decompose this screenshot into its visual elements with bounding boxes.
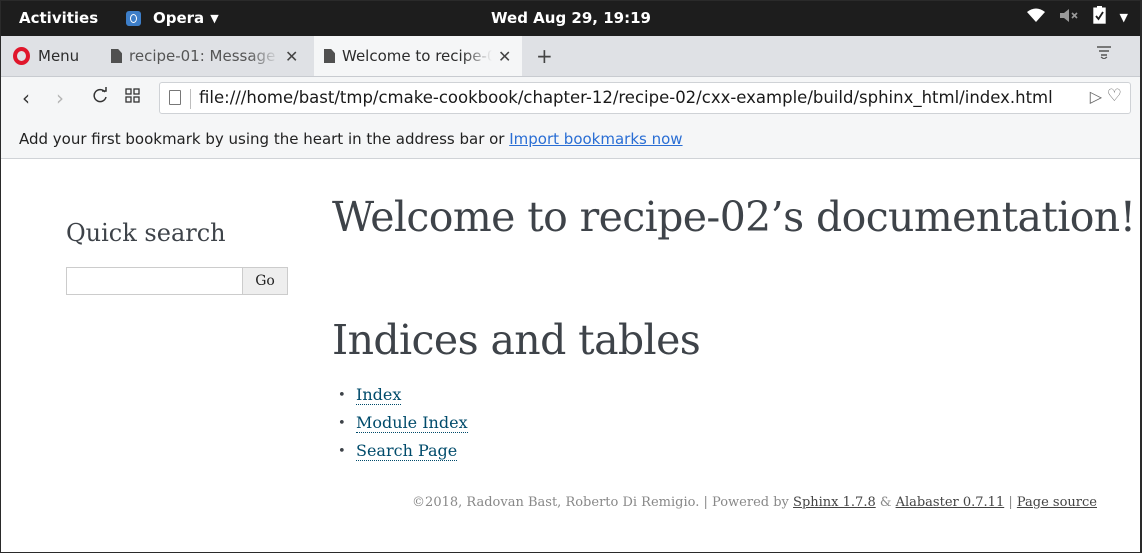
go-button[interactable]: Go (242, 267, 288, 295)
search-page-link[interactable]: Search Page (356, 441, 458, 461)
speed-dial-grid-icon[interactable] (125, 88, 140, 108)
close-tab-icon[interactable]: ✕ (498, 47, 511, 66)
address-bar[interactable]: file:///home/bast/tmp/cmake-cookbook/cha… (159, 82, 1131, 114)
quick-search-title: Quick search (66, 219, 226, 247)
back-arrow-icon[interactable]: ‹ (22, 86, 30, 110)
list-item: • Module Index (338, 409, 468, 437)
search-input[interactable] (66, 267, 243, 295)
volume-muted-icon (1059, 8, 1079, 27)
index-link[interactable]: Index (356, 385, 402, 405)
bookmarks-bar-message: Add your first bookmark by using the hea… (19, 130, 510, 148)
sphinx-link[interactable]: Sphinx 1.7.8 (793, 495, 876, 510)
tab-title: recipe-01: Message C (129, 47, 279, 65)
bullet: • (338, 387, 346, 403)
system-menu-chevron-icon: ▼ (1119, 10, 1128, 24)
wifi-icon (1026, 8, 1045, 27)
tab-recipe-01[interactable]: recipe-01: Message C ✕ (101, 36, 313, 76)
page-title: Welcome to recipe-02’s documentation! (332, 193, 1136, 241)
tab-welcome-recipe-02[interactable]: Welcome to recipe-0 ✕ (314, 36, 522, 76)
send-icon[interactable]: ▷ (1090, 87, 1102, 106)
address-bar-row: ‹ › file:///home/bast/tmp/cmake-cookbook… (1, 77, 1140, 119)
opera-logo-icon (13, 47, 30, 65)
bookmark-heart-icon[interactable]: ♡ (1107, 86, 1122, 106)
section-title: Indices and tables (332, 316, 701, 364)
footer-sep: | (1004, 495, 1017, 510)
page-footer: ©2018, Radovan Bast, Roberto Di Remigio.… (412, 495, 1097, 510)
url-text[interactable]: file:///home/bast/tmp/cmake-cookbook/cha… (199, 88, 1053, 107)
alabaster-link[interactable]: Alabaster 0.7.11 (896, 495, 1005, 510)
list-item: • Search Page (338, 437, 468, 465)
battery-icon (1092, 6, 1106, 28)
footer-copyright: ©2018, Radovan Bast, Roberto Di Remigio.… (412, 495, 794, 510)
bullet: • (338, 443, 346, 459)
module-index-link[interactable]: Module Index (356, 413, 468, 433)
list-item: • Index (338, 381, 468, 409)
opera-menu-button[interactable]: Menu (5, 36, 95, 76)
forward-arrow-icon[interactable]: › (56, 86, 64, 110)
footer-amp: & (875, 495, 896, 510)
close-tab-icon[interactable]: ✕ (285, 47, 298, 66)
menu-label: Menu (38, 47, 80, 65)
indices-list: • Index • Module Index • Search Page (338, 381, 468, 465)
document-icon (111, 49, 122, 63)
separator (190, 89, 191, 109)
system-top-bar: Activities Opera ▼ Wed Aug 29, 19:19 ▼ (0, 0, 1142, 36)
reload-icon[interactable] (92, 86, 108, 108)
new-tab-plus-icon[interactable]: + (536, 44, 553, 68)
bullet: • (338, 415, 346, 431)
system-tray[interactable]: ▼ (1026, 6, 1128, 28)
import-bookmarks-link[interactable]: Import bookmarks now (509, 130, 682, 148)
tab-strip: Menu recipe-01: Message C ✕ Welcome to r… (1, 36, 1140, 77)
tab-menu-icon[interactable] (1096, 42, 1112, 64)
tab-title: Welcome to recipe-0 (342, 47, 492, 65)
document-icon (324, 49, 335, 63)
clock[interactable]: Wed Aug 29, 19:19 (0, 9, 1142, 27)
page-icon (169, 90, 181, 105)
page-source-link[interactable]: Page source (1017, 495, 1097, 510)
bookmarks-bar: Add your first bookmark by using the hea… (1, 119, 1140, 159)
